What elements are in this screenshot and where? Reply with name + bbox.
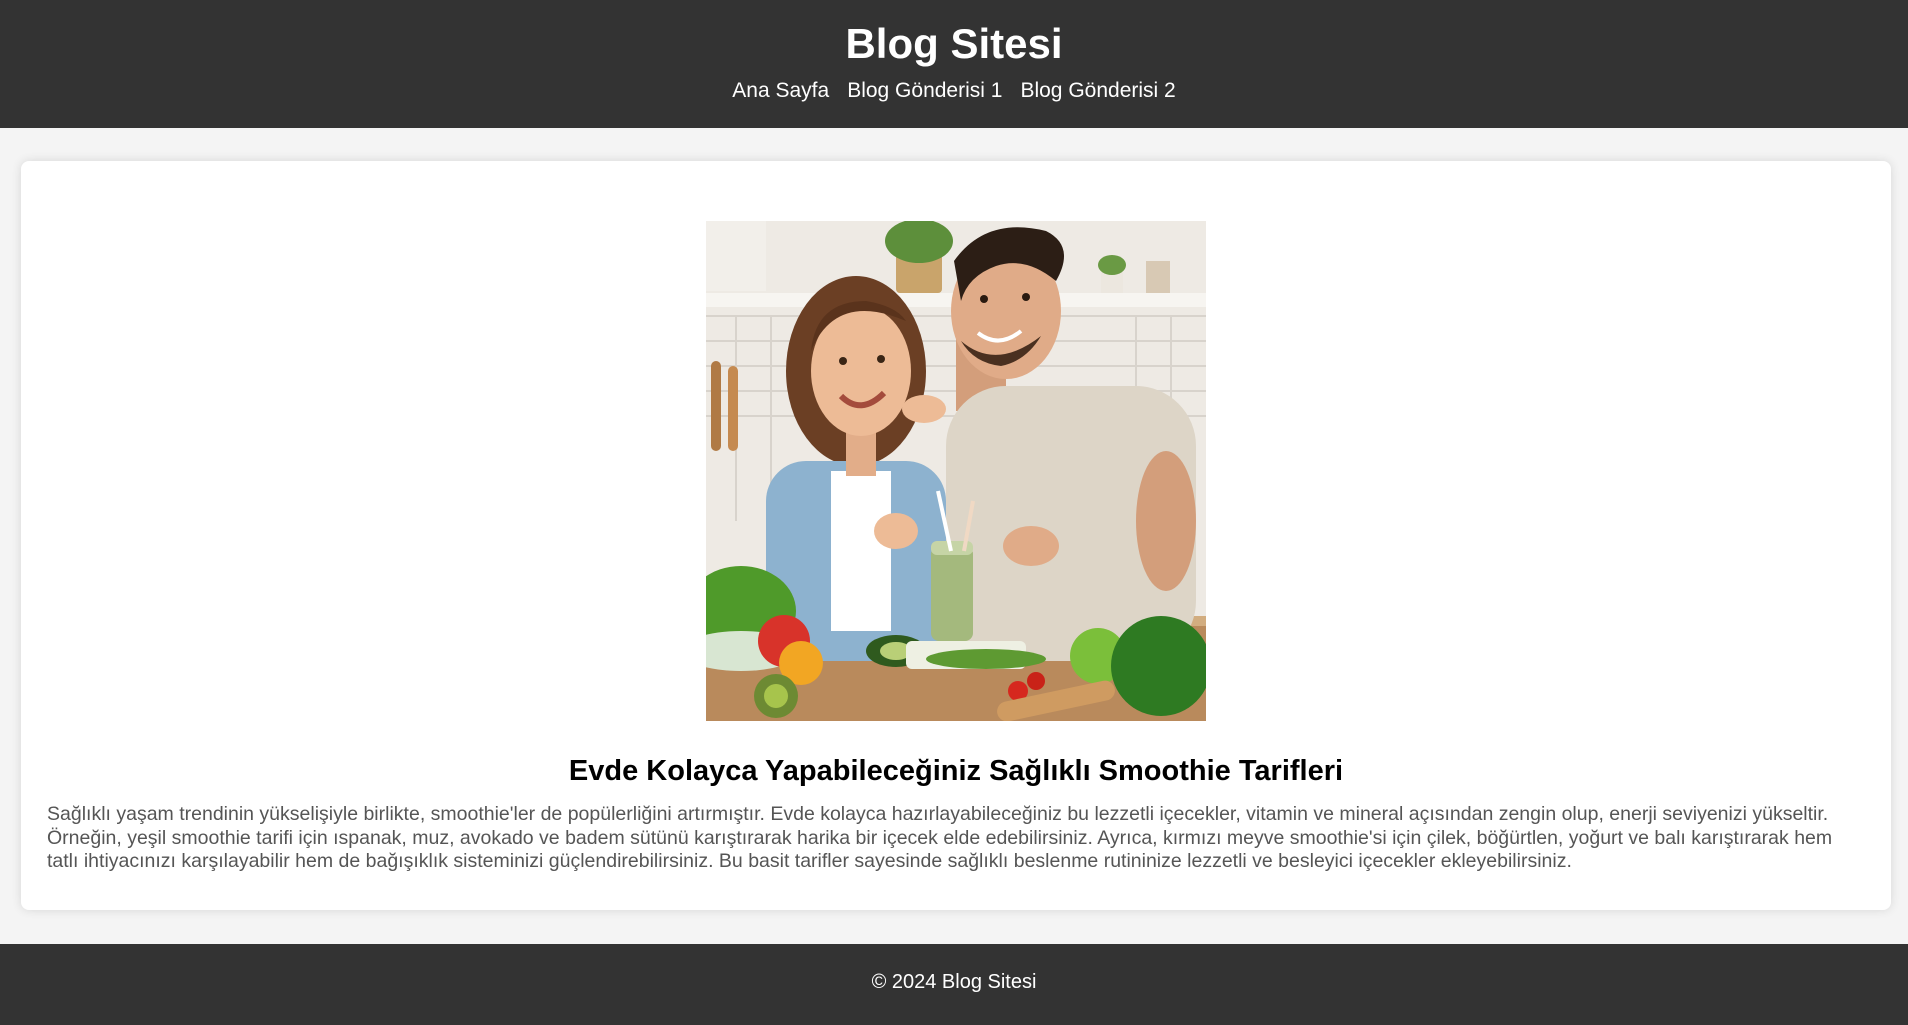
site-footer: © 2024 Blog Sitesi bbox=[0, 944, 1908, 1025]
main-nav: Ana Sayfa Blog Gönderisi 1 Blog Gönderis… bbox=[0, 78, 1908, 104]
site-header: Blog Sitesi Ana Sayfa Blog Gönderisi 1 B… bbox=[0, 0, 1908, 128]
post-title: Evde Kolayca Yapabileceğiniz Sağlıklı Sm… bbox=[568, 755, 1344, 787]
site-title: Blog Sitesi bbox=[845, 20, 1063, 67]
post-image-illustration bbox=[706, 221, 1206, 721]
footer-copyright: © 2024 Blog Sitesi bbox=[871, 971, 1037, 993]
post-image bbox=[706, 221, 1206, 721]
nav-link-home[interactable]: Ana Sayfa bbox=[732, 78, 829, 104]
post-body: Sağlıklı yaşam trendinin yükselişiyle bi… bbox=[47, 803, 1833, 872]
nav-link-post-1[interactable]: Blog Gönderisi 1 bbox=[847, 78, 1002, 104]
post-card: Evde Kolayca Yapabileceğiniz Sağlıklı Sm… bbox=[21, 161, 1891, 910]
nav-link-post-2[interactable]: Blog Gönderisi 2 bbox=[1020, 78, 1175, 104]
